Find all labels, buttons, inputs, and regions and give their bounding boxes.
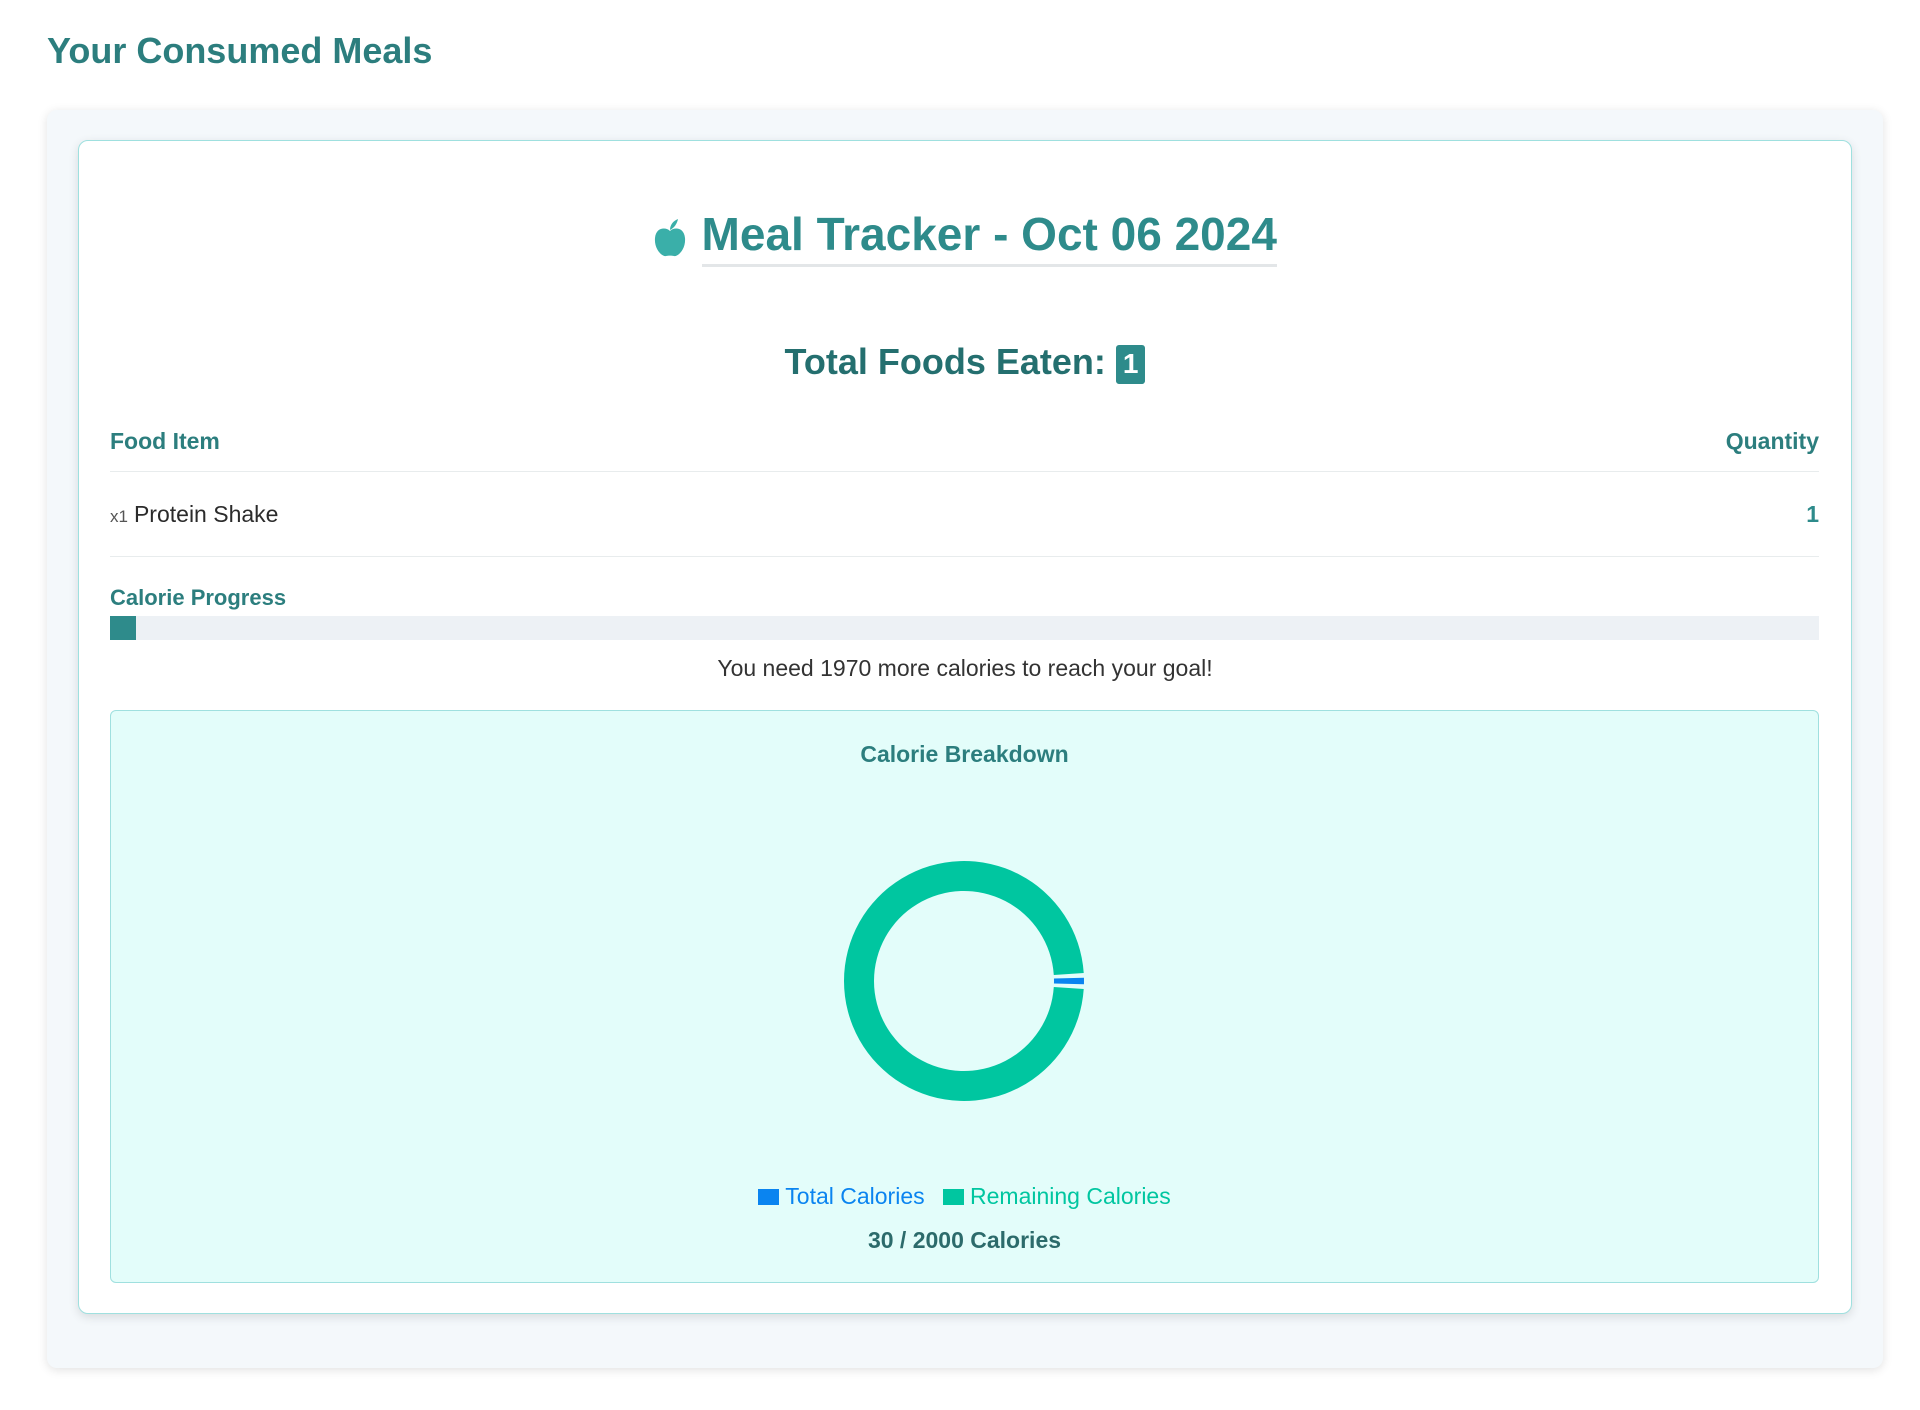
calorie-summary: 30 / 2000 Calories [867, 1227, 1062, 1253]
total-foods-count-badge: 1 [1115, 345, 1146, 384]
page-heading: Your Consumed Meals [47, 30, 433, 71]
donut-slice-remaining-calories[interactable] [844, 861, 1084, 1101]
donut-slice-total-calories[interactable] [1053, 977, 1084, 985]
calorie-donut-chart [844, 861, 1084, 1101]
consumed-foods-table: Food Item Quantity x1 Protein Shake 1 [110, 411, 1819, 557]
legend-swatch-remaining-calories [943, 1188, 965, 1205]
tracker-title-row: Meal Tracker - Oct 06 2024 [79, 209, 1851, 267]
meal-tracker-card: Meal Tracker - Oct 06 2024 Total Foods E… [78, 140, 1852, 1314]
food-quantity: 1 [1806, 500, 1819, 527]
legend-label-remaining-calories: Remaining Calories [970, 1183, 1171, 1209]
food-name: Protein Shake [133, 500, 279, 527]
apple-icon [655, 218, 686, 256]
food-item-cell: x1 Protein Shake [110, 501, 278, 528]
legend-item-total-calories[interactable]: Total Calories [758, 1183, 925, 1210]
legend-swatch-total-calories [758, 1188, 780, 1205]
meals-panel: Meal Tracker - Oct 06 2024 Total Foods E… [47, 110, 1883, 1368]
calorie-progress-label: Calorie Progress [110, 585, 287, 610]
calorie-breakdown-panel: Calorie Breakdown Total Calories Remaini… [110, 710, 1819, 1283]
total-foods-label: Total Foods Eaten: [784, 341, 1106, 382]
table-row: x1 Protein Shake 1 [110, 472, 1819, 557]
legend-item-remaining-calories[interactable]: Remaining Calories [943, 1183, 1171, 1210]
calorie-progress-bar [110, 616, 1819, 640]
calorie-progress-fill [110, 616, 136, 640]
chart-legend: Total Calories Remaining Calories [111, 1183, 1818, 1211]
chart-title: Calorie Breakdown [860, 741, 1069, 767]
food-multiplier: x1 [110, 506, 128, 526]
quantity-header: Quantity [1725, 427, 1819, 454]
tracker-title: Meal Tracker - Oct 06 2024 [701, 209, 1277, 267]
table-header-row: Food Item Quantity [110, 411, 1819, 472]
legend-label-total-calories: Total Calories [785, 1183, 925, 1209]
total-foods-eaten: Total Foods Eaten: 1 [79, 341, 1851, 384]
food-item-header: Food Item [110, 427, 220, 454]
calorie-goal-message: You need 1970 more calories to reach you… [717, 655, 1213, 681]
